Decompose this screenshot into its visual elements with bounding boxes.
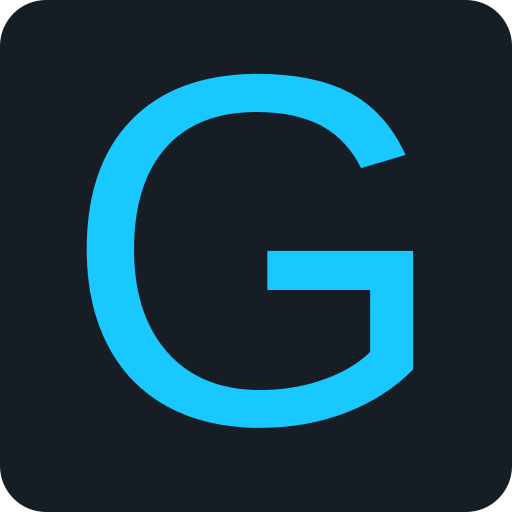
app-icon-letter: G — [61, 0, 451, 512]
app-icon-tile: G — [0, 0, 512, 512]
